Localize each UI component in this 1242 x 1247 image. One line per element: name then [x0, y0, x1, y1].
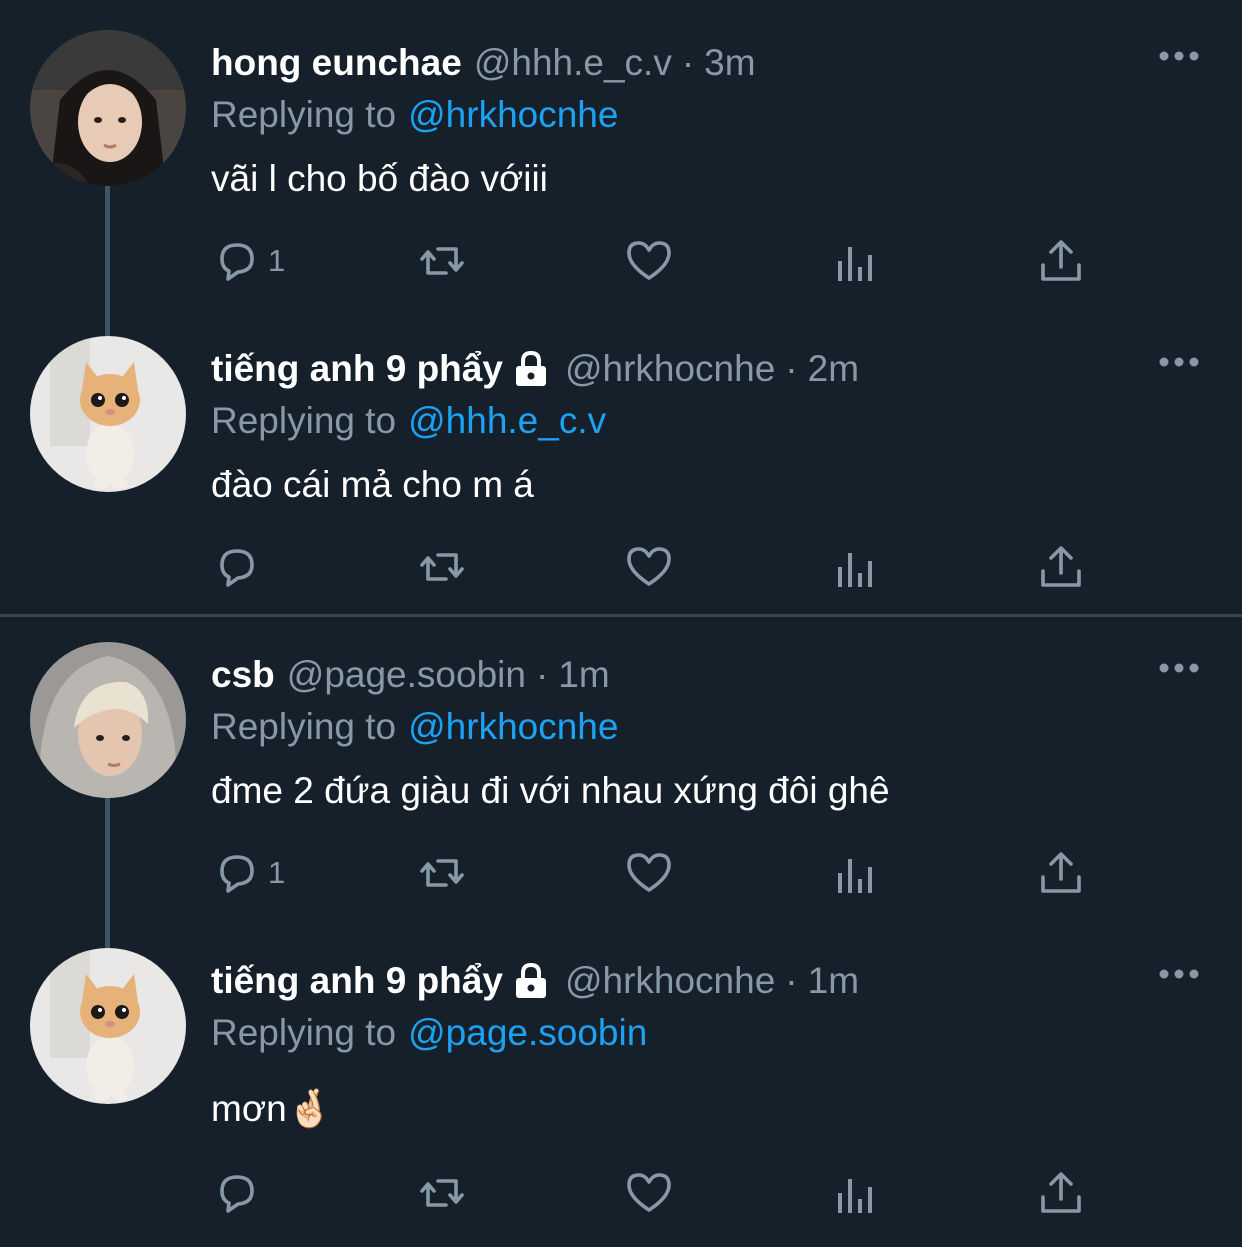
- user-handle[interactable]: @hhh.e_c.v: [474, 40, 672, 86]
- replying-to-label: Replying to: [211, 94, 397, 135]
- retweet-button[interactable]: [418, 228, 466, 294]
- display-name[interactable]: tiếng anh 9 phẩy: [211, 346, 503, 392]
- analytics-button[interactable]: [832, 1160, 880, 1226]
- replying-to-line: Replying to @page.soobin: [211, 1010, 647, 1056]
- tweet-text: vãi l cho bố đào vớiii: [211, 158, 548, 199]
- replying-to-label: Replying to: [211, 1012, 397, 1053]
- avatar[interactable]: [30, 336, 186, 492]
- more-icon[interactable]: [1158, 48, 1200, 64]
- retweet-button[interactable]: [418, 1160, 466, 1226]
- replying-to-line: Replying to @hrkhocnhe: [211, 92, 618, 138]
- share-icon: [1041, 1172, 1081, 1213]
- kitten-avatar-image: [30, 948, 186, 1104]
- tweet-actions: [0, 1160, 1242, 1226]
- lock-icon: [515, 962, 546, 998]
- timestamp[interactable]: 2m: [808, 346, 859, 392]
- analytics-button[interactable]: [832, 840, 880, 906]
- heart-icon: [627, 241, 671, 280]
- share-icon: [1041, 240, 1081, 281]
- tweet-text: mơn🤞🏻: [211, 1088, 333, 1129]
- separator-dot: ·: [785, 348, 798, 389]
- tweet-actions: 1: [0, 228, 1242, 294]
- analytics-button[interactable]: [832, 228, 880, 294]
- hooded-person-avatar-image: [30, 642, 186, 798]
- tweet-header: tiếng anh 9 phẩy @hrkhocnhe · 2m: [211, 346, 859, 392]
- replying-to-handle[interactable]: @hrkhocnhe: [408, 706, 618, 747]
- separator-dot: ·: [681, 42, 695, 83]
- reply-count: 1: [268, 243, 286, 278]
- girl-portrait-avatar-image: [30, 30, 186, 186]
- analytics-icon: [838, 1179, 872, 1213]
- share-button[interactable]: [1037, 840, 1085, 906]
- heart-icon: [627, 853, 671, 892]
- share-button[interactable]: [1037, 228, 1085, 294]
- reply-button[interactable]: 1: [212, 228, 285, 294]
- lock-icon: [515, 350, 546, 386]
- like-button[interactable]: [625, 840, 673, 906]
- reply-button[interactable]: 1: [212, 840, 285, 906]
- user-handle[interactable]: @page.soobin: [287, 652, 526, 698]
- replying-to-handle[interactable]: @page.soobin: [408, 1012, 647, 1053]
- more-icon[interactable]: [1158, 660, 1200, 676]
- retweet-icon: [420, 859, 464, 887]
- timestamp[interactable]: 1m: [808, 958, 859, 1004]
- like-button[interactable]: [625, 534, 673, 600]
- user-handle[interactable]: @hrkhocnhe: [565, 958, 775, 1004]
- display-name[interactable]: csb: [211, 652, 275, 698]
- replying-to-line: Replying to @hhh.e_c.v: [211, 398, 606, 444]
- retweet-button[interactable]: [418, 534, 466, 600]
- heart-icon: [627, 547, 671, 586]
- avatar[interactable]: [30, 642, 186, 798]
- avatar[interactable]: [30, 30, 186, 186]
- like-button[interactable]: [625, 228, 673, 294]
- display-name[interactable]: hong eunchae: [211, 40, 462, 86]
- reply-count: 1: [268, 855, 286, 890]
- tweet-actions: 1: [0, 840, 1242, 906]
- user-handle[interactable]: @hrkhocnhe: [565, 346, 775, 392]
- reply-icon: [220, 549, 254, 587]
- reply-button[interactable]: [212, 1160, 268, 1226]
- analytics-icon: [838, 859, 872, 893]
- replying-to-label: Replying to: [211, 400, 397, 441]
- retweet-icon: [420, 553, 464, 581]
- replying-to-handle[interactable]: @hrkhocnhe: [408, 94, 618, 135]
- separator-dot: ·: [535, 654, 549, 695]
- analytics-icon: [838, 553, 872, 587]
- reply-button[interactable]: [212, 534, 268, 600]
- retweet-icon: [420, 1179, 464, 1207]
- tweet-text: đào cái mả cho m á: [211, 464, 534, 505]
- share-icon: [1041, 852, 1081, 893]
- timestamp[interactable]: 3m: [704, 40, 755, 86]
- avatar[interactable]: [30, 948, 186, 1104]
- tweet-header: csb @page.soobin · 1m: [211, 652, 610, 698]
- thread-divider: [0, 614, 1242, 617]
- more-icon[interactable]: [1158, 354, 1200, 370]
- tweet-actions: [0, 534, 1242, 600]
- separator-dot: ·: [785, 960, 798, 1001]
- tweet-text: đme 2 đứa giàu đi với nhau xứng đôi ghê: [211, 770, 890, 811]
- display-name[interactable]: tiếng anh 9 phẩy: [211, 958, 503, 1004]
- replying-to-handle[interactable]: @hhh.e_c.v: [408, 400, 606, 441]
- reply-icon: [220, 243, 254, 281]
- replying-to-line: Replying to @hrkhocnhe: [211, 704, 618, 750]
- more-icon[interactable]: [1158, 966, 1200, 982]
- timestamp[interactable]: 1m: [558, 652, 609, 698]
- analytics-button[interactable]: [832, 534, 880, 600]
- reply-icon: [220, 1175, 254, 1213]
- reply-icon: [220, 855, 254, 893]
- share-button[interactable]: [1037, 534, 1085, 600]
- like-button[interactable]: [625, 1160, 673, 1226]
- analytics-icon: [838, 247, 872, 281]
- retweet-button[interactable]: [418, 840, 466, 906]
- share-icon: [1041, 546, 1081, 587]
- heart-icon: [627, 1173, 671, 1212]
- replying-to-label: Replying to: [211, 706, 397, 747]
- tweet-header: tiếng anh 9 phẩy @hrkhocnhe · 1m: [211, 958, 859, 1004]
- tweet-header: hong eunchae @hhh.e_c.v · 3m: [211, 40, 756, 86]
- retweet-icon: [420, 247, 464, 275]
- kitten-avatar-image: [30, 336, 186, 492]
- share-button[interactable]: [1037, 1160, 1085, 1226]
